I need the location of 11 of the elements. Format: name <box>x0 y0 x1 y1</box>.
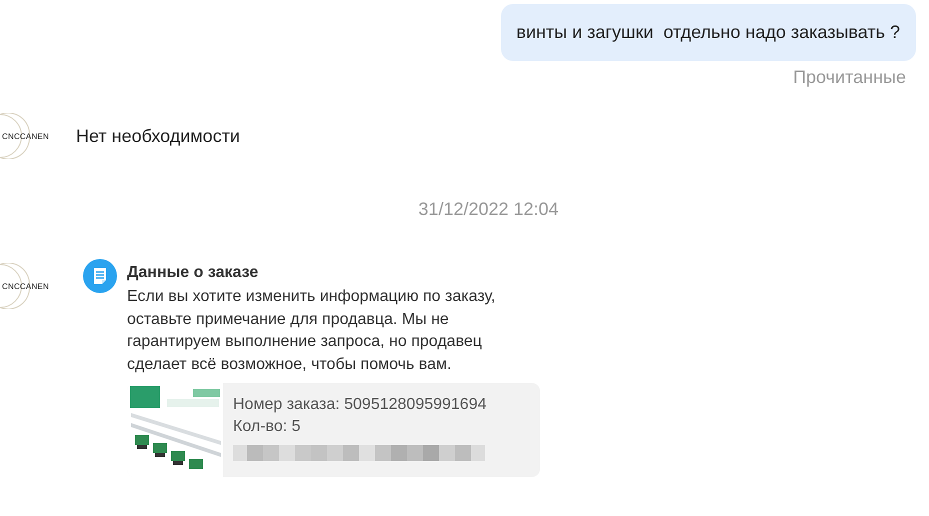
message-bubble: винты и загушки отдельно надо заказывать ? <box>501 4 916 61</box>
document-icon <box>83 259 117 293</box>
message-text: Нет необходимости <box>76 126 240 146</box>
read-status: Прочитанные <box>793 67 906 87</box>
timestamp: 31/12/2022 12:04 <box>418 199 559 219</box>
order-quantity: Кол-во: 5 <box>233 416 302 437</box>
card-title: Данные о заказе <box>127 263 260 283</box>
avatar-logo-text: CNCCANEN <box>2 132 49 140</box>
avatar-logo-text: CNCCANEN <box>2 282 49 290</box>
order-number: Номер заказа: 5095128095991694 <box>233 394 486 415</box>
card-description: Если вы хотите изменить информацию по заказу, оставьте примечание для продавца. Мы не гарантируем выполнение запроса, но продавец сделает всё возможное, чтобы помочь вам. <box>127 287 496 376</box>
